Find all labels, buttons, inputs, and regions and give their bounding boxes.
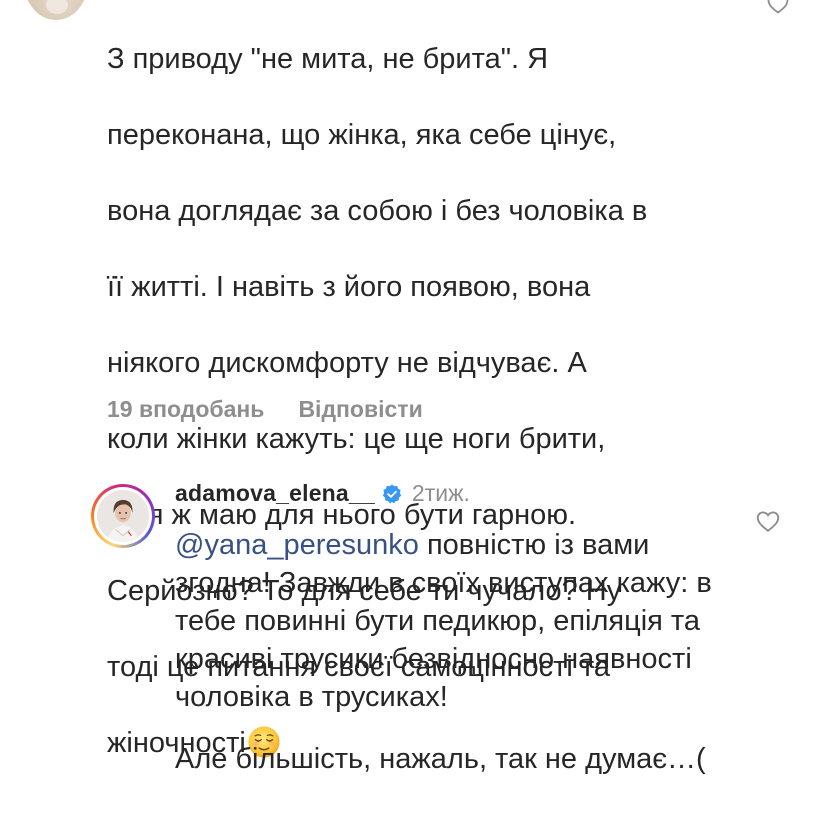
reply-header: adamova_elena__ 2тиж. <box>175 480 470 507</box>
avatar-border <box>94 487 152 545</box>
timestamp: 2тиж. <box>411 480 470 506</box>
commenter-avatar[interactable] <box>24 0 88 20</box>
comment-line: коли жінки кажуть: це ще ноги брити, <box>107 423 606 455</box>
avatar[interactable] <box>97 490 149 542</box>
comment-line: ніякого дискомфорту не відчуває. А <box>107 347 587 379</box>
avatar-portrait-icon <box>97 490 149 542</box>
comment-line: З приводу "не мита, не брита". Я <box>107 43 549 75</box>
reply-button[interactable]: Відповісти <box>298 396 422 423</box>
heart-outline-icon[interactable] <box>764 0 792 14</box>
comment-meta: 19 вподобань Відповісти <box>107 396 423 423</box>
comment-line: її житті. І навіть з його появою, вона <box>107 271 591 303</box>
story-ring[interactable] <box>91 484 155 548</box>
mention-link[interactable]: @yana_peresunko <box>175 529 419 561</box>
likes-count[interactable]: 19 вподобань <box>107 396 264 423</box>
comment-line: вона доглядає за собою і без чоловіка в <box>107 195 648 227</box>
username[interactable]: adamova_elena__ <box>175 480 375 507</box>
reply-text: @yana_peresunko повністю із вами згодна!… <box>175 526 735 778</box>
reply-paragraph-2: Але більшість, нажаль, так не думає…( <box>175 743 706 775</box>
comment-line: переконана, що жінка, яка себе цінує, <box>107 119 617 151</box>
heart-outline-icon[interactable] <box>754 508 782 533</box>
reply-paragraph: @yana_peresunko повністю із вами згодна!… <box>175 526 735 716</box>
instagram-comments-view: З приводу "не мита, не брита". Я перекон… <box>0 0 828 834</box>
verified-badge-icon <box>382 483 402 503</box>
